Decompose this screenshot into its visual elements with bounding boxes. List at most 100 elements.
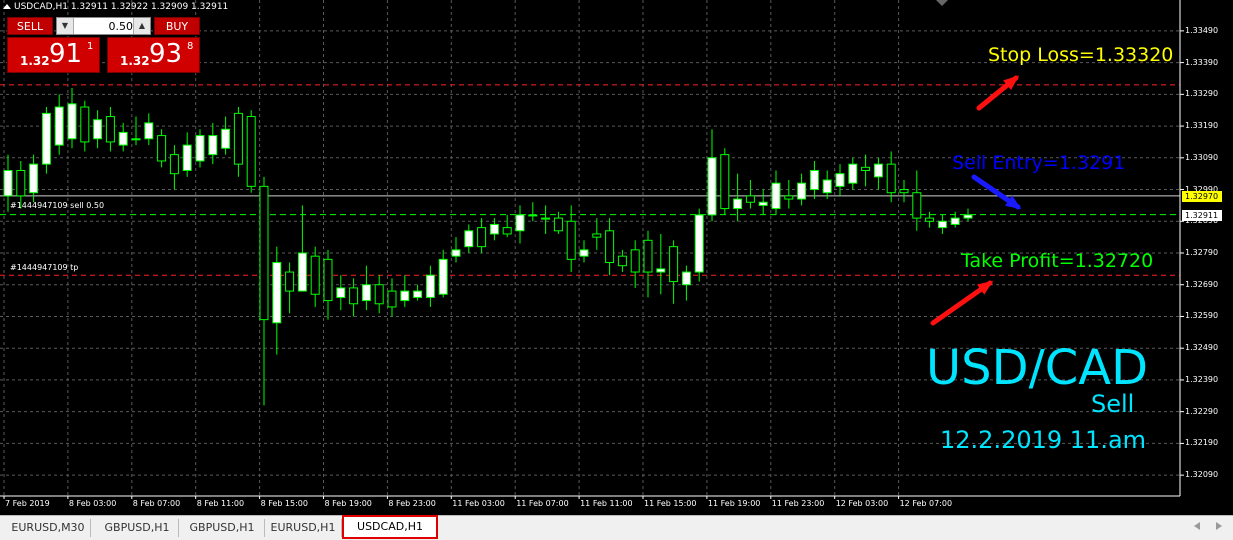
bull-candle	[221, 128, 231, 149]
sell-entry-arrow	[971, 174, 1022, 210]
bear-candle	[259, 185, 269, 321]
sell-button[interactable]: SELL	[7, 17, 53, 35]
time-axis-label: 11 Feb 15:00	[644, 499, 697, 508]
bull-candle	[963, 214, 973, 219]
tab-gbpusd-h1-2[interactable]: GBPUSD,H1	[180, 519, 265, 537]
bull-candle	[873, 163, 883, 178]
bull-candle	[809, 169, 819, 191]
tab-usdcad-h1[interactable]: USDCAD,H1	[342, 515, 438, 539]
price-axis-label: 1.32790	[1185, 248, 1219, 257]
time-axis-label: 11 Feb 11:00	[580, 499, 633, 508]
bear-candle	[553, 217, 563, 232]
lot-decrease-icon[interactable]: ▼	[57, 18, 74, 34]
sell-order-label[interactable]: #1444947109 sell 0.50	[10, 201, 104, 210]
chart-symbol-header: USDCAD,H1 1.32911 1.32922 1.32909 1.3291…	[14, 2, 229, 12]
candles	[3, 87, 973, 406]
time-axis-label: 11 Feb 19:00	[707, 499, 761, 508]
sell-entry-annotation: Sell Entry=1.3291	[952, 152, 1126, 174]
bull-candle	[272, 262, 282, 324]
bear-candle	[246, 116, 256, 187]
grid-lines	[0, 0, 1180, 496]
bull-candle	[707, 157, 717, 216]
tab-eurusd-h1[interactable]: EURUSD,H1	[265, 519, 342, 537]
lot-increase-icon[interactable]: ▲	[133, 18, 150, 34]
stop-loss-annotation: Stop Loss=1.33320	[988, 44, 1174, 66]
current-price-tag: 1.32911	[1182, 209, 1222, 221]
bull-candle	[425, 274, 435, 298]
chart-area[interactable]: USDCAD,H1 1.32911 1.32922 1.32909 1.3291…	[0, 0, 1233, 515]
buy-price-button[interactable]: 1.32 93 8	[107, 37, 200, 73]
bull-candle	[937, 220, 947, 229]
take-profit-annotation: Take Profit=1.32720	[961, 250, 1154, 272]
bear-candle	[157, 135, 167, 162]
price-axis-label: 1.33290	[1185, 89, 1219, 99]
bear-candle	[745, 195, 755, 203]
sell-price-button[interactable]: 1.32 91 1	[7, 37, 100, 73]
bear-candle	[169, 154, 179, 175]
bull-candle	[694, 214, 704, 273]
bear-candle	[592, 233, 602, 238]
bear-candle	[16, 169, 26, 197]
bear-candle	[502, 227, 512, 235]
bull-candle	[208, 135, 218, 156]
highlight-price-tag: 1.32970	[1182, 190, 1222, 202]
price-axis-label: 1.32590	[1185, 311, 1219, 321]
price-axis-label: 1.33090	[1185, 152, 1219, 162]
price-axis-label: 1.32290	[1185, 406, 1219, 416]
bear-candle	[285, 271, 295, 292]
time-axis-label: 8 Feb 19:00	[324, 499, 372, 508]
bear-candle	[374, 284, 384, 305]
time-axis-label: 7 Feb 2019	[5, 499, 50, 508]
bear-candle	[630, 249, 640, 273]
bear-candle	[899, 189, 909, 194]
price-axis-label: 1.32190	[1185, 438, 1219, 448]
tab-gbpusd-h1[interactable]: GBPUSD,H1	[96, 519, 179, 537]
time-axis-label: 8 Feb 03:00	[68, 499, 117, 508]
price-axis-label: 1.33390	[1185, 57, 1219, 67]
buy-price-fraction: 8	[187, 41, 194, 52]
bull-candle	[361, 284, 371, 302]
bull-candle	[848, 163, 858, 184]
price-axis-label: 1.32690	[1185, 279, 1219, 289]
bull-candle	[297, 252, 307, 292]
take-profit-order-label[interactable]: #1444947109 tp	[10, 263, 78, 272]
bull-candle	[118, 131, 128, 146]
bear-candle	[233, 112, 243, 165]
bear-candle	[784, 195, 794, 200]
buy-price-pips: 93	[149, 39, 183, 69]
bull-candle	[195, 135, 205, 162]
bear-candle	[80, 106, 90, 143]
bear-candle	[566, 220, 576, 260]
bear-candle	[477, 227, 487, 248]
scroll-marker-icon[interactable]	[936, 0, 948, 6]
bull-candle	[515, 214, 525, 232]
tabs-scroll-left-icon[interactable]	[1194, 522, 1200, 530]
time-axis-label: 8 Feb 23:00	[388, 499, 436, 508]
bull-candle	[656, 268, 666, 273]
bull-candle	[93, 119, 103, 140]
bull-candle	[67, 103, 77, 140]
lot-size-box: ▼ ▲	[56, 17, 151, 35]
bull-candle	[3, 169, 13, 197]
time-axis-label: 8 Feb 11:00	[196, 499, 245, 508]
bull-candle	[733, 198, 743, 210]
bull-candle	[541, 217, 551, 220]
price-axis-label: 1.32490	[1185, 343, 1219, 353]
annotation-arrows	[930, 75, 1022, 326]
stop-loss-arrow	[976, 75, 1020, 111]
bull-candle	[797, 182, 807, 200]
tabs-scroll-right-icon[interactable]	[1216, 522, 1222, 530]
chart-tab-bar: EURUSD,M30 GBPUSD,H1 GBPUSD,H1 EURUSD,H1…	[0, 515, 1233, 540]
bull-candle	[438, 258, 448, 295]
bear-candle	[861, 166, 871, 171]
bull-candle	[144, 122, 154, 140]
bull-candle	[182, 144, 192, 171]
bull-candle	[835, 173, 845, 187]
buy-button[interactable]: BUY	[154, 17, 200, 35]
bull-candle	[489, 223, 499, 235]
bull-candle	[822, 179, 832, 194]
tab-eurusd-m30[interactable]: EURUSD,M30	[6, 519, 91, 537]
chart-header-triangle-icon[interactable]	[3, 4, 11, 9]
lot-size-input[interactable]	[75, 19, 133, 33]
time-axis-label: 11 Feb 07:00	[516, 499, 569, 508]
